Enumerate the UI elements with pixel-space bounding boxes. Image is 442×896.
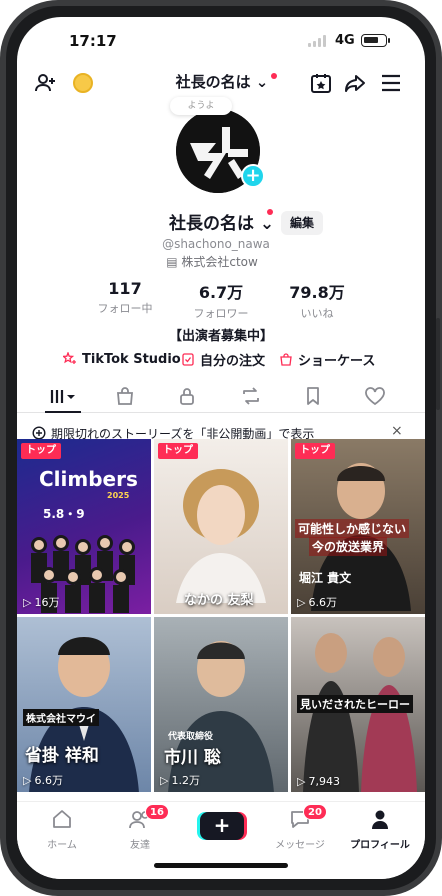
top-nav: 社長の名は ⌄: [17, 65, 425, 101]
calendar-star-icon[interactable]: [307, 69, 335, 97]
nav-friends[interactable]: 友達 16: [105, 804, 175, 851]
display-name[interactable]: 社長の名は ⌄: [169, 209, 274, 234]
orders-link[interactable]: 自分の注文: [181, 348, 265, 370]
status-bar: 17:17 4G: [17, 17, 425, 63]
grid-icon: [50, 390, 75, 403]
likes-stat[interactable]: 79.8万 いいね: [269, 279, 365, 321]
following-stat[interactable]: 117 フォロー中: [77, 279, 173, 316]
showcase-link[interactable]: ショーケース: [279, 348, 375, 370]
active-tab-indicator: [45, 411, 81, 413]
top-badge: トップ: [21, 443, 61, 459]
video-tile[interactable]: 代表取締役 市川 聡 ▷ 1.2万: [154, 617, 288, 792]
tab-private[interactable]: [167, 379, 207, 413]
top-badge: トップ: [295, 443, 335, 459]
profile-links: TikTok Studio 自分の注文 ショーケース: [57, 348, 397, 370]
signal-icon: [308, 35, 328, 47]
tab-reposts[interactable]: [231, 379, 271, 413]
nav-inbox[interactable]: メッセージ 20: [265, 804, 335, 851]
bookmark-icon: [307, 387, 319, 405]
company-affiliation[interactable]: ▤ 株式会社ctow: [17, 253, 425, 270]
nav-profile-label: プロフィール: [350, 840, 410, 851]
tab-videos[interactable]: [43, 379, 83, 413]
orders-icon: [182, 353, 194, 366]
menu-icon[interactable]: [377, 69, 405, 97]
company-icon: ▤: [166, 255, 182, 269]
display-name-row: 社長の名は ⌄ 編集: [17, 209, 425, 235]
add-friend-icon[interactable]: [31, 69, 59, 97]
followers-stat[interactable]: 6.7万 フォロワー: [173, 279, 269, 321]
friends-badge: 16: [145, 804, 169, 820]
heart-icon: [365, 387, 385, 406]
close-icon[interactable]: ×: [391, 423, 403, 439]
nav-friends-label: 友達: [130, 840, 150, 851]
followers-count: 6.7万: [198, 283, 244, 302]
notification-dot: [271, 73, 277, 79]
notification-dot: [267, 209, 273, 215]
username: @shachono_nawa: [162, 237, 270, 251]
story-icon: [32, 426, 46, 440]
video-tile[interactable]: 見いだされたヒーロー ▷ 7,943: [291, 617, 425, 792]
chevron-down-icon: ⌄: [255, 73, 269, 91]
lock-icon: [180, 388, 194, 405]
account-switcher[interactable]: 社長の名は ⌄: [157, 71, 287, 95]
view-count: ▷ 6.6万: [297, 595, 337, 610]
avatar-note-bubble: ようよ: [170, 97, 232, 115]
screen: 17:17 4G 社長の名は ⌄ ようよ + 社長の名は ⌄ 編集 @shach…: [17, 17, 425, 879]
home-indicator: [154, 863, 288, 868]
status-time: 17:17: [69, 32, 117, 50]
video-tile[interactable]: Climbers 2025 5.8・9 トップ ▷ 16万: [17, 439, 151, 614]
followers-label: フォロワー: [193, 307, 249, 320]
nav-inbox-label: メッセージ: [275, 840, 325, 851]
tiktok-studio-link[interactable]: TikTok Studio: [63, 348, 181, 370]
bag-icon: [117, 387, 133, 405]
bag-icon: [280, 353, 292, 366]
video-tile[interactable]: 株式会社マウイ 省掛 祥和 ▷ 6.6万: [17, 617, 151, 792]
coin-icon[interactable]: [73, 73, 93, 93]
home-icon: [53, 810, 71, 828]
likes-label: いいね: [300, 307, 334, 320]
create-button[interactable]: +: [200, 812, 244, 840]
add-avatar-icon[interactable]: +: [241, 164, 265, 188]
video-tile[interactable]: なかの 友梨 トップ: [154, 439, 288, 614]
video-tile[interactable]: 可能性しか感じない 今の放送業界 堀江 貴文 トップ ▷ 6.6万: [291, 439, 425, 614]
following-label: フォロー中: [97, 302, 153, 315]
content-tabs: [17, 379, 425, 413]
view-count: ▷ 16万: [23, 595, 60, 610]
studio-icon: [63, 352, 76, 364]
power-button: [436, 318, 440, 410]
network-type: 4G: [335, 33, 355, 48]
tab-favorites[interactable]: [293, 379, 333, 413]
bio: 【出演者募集中】: [168, 329, 273, 344]
inbox-badge: 20: [303, 804, 327, 820]
profile-icon: [372, 810, 388, 829]
page-title: 社長の名は: [175, 73, 251, 91]
following-count: 117: [108, 279, 142, 298]
nav-home[interactable]: ホーム: [27, 808, 97, 851]
tab-shop[interactable]: [105, 379, 145, 413]
profile-stats: 117 フォロー中 6.7万 フォロワー 79.8万 いいね: [77, 279, 367, 321]
top-badge: トップ: [158, 443, 198, 459]
edit-profile-button[interactable]: 編集: [281, 211, 323, 235]
view-count: ▷ 7,943: [297, 775, 340, 788]
battery-icon: [361, 34, 390, 47]
view-count: ▷ 1.2万: [160, 773, 200, 788]
tab-liked[interactable]: [355, 379, 395, 413]
nav-home-label: ホーム: [47, 840, 77, 851]
likes-count: 79.8万: [289, 283, 345, 302]
repost-icon: [243, 387, 259, 405]
nav-profile[interactable]: プロフィール: [345, 808, 415, 851]
view-count: ▷ 6.6万: [23, 773, 63, 788]
share-icon[interactable]: [341, 69, 369, 97]
